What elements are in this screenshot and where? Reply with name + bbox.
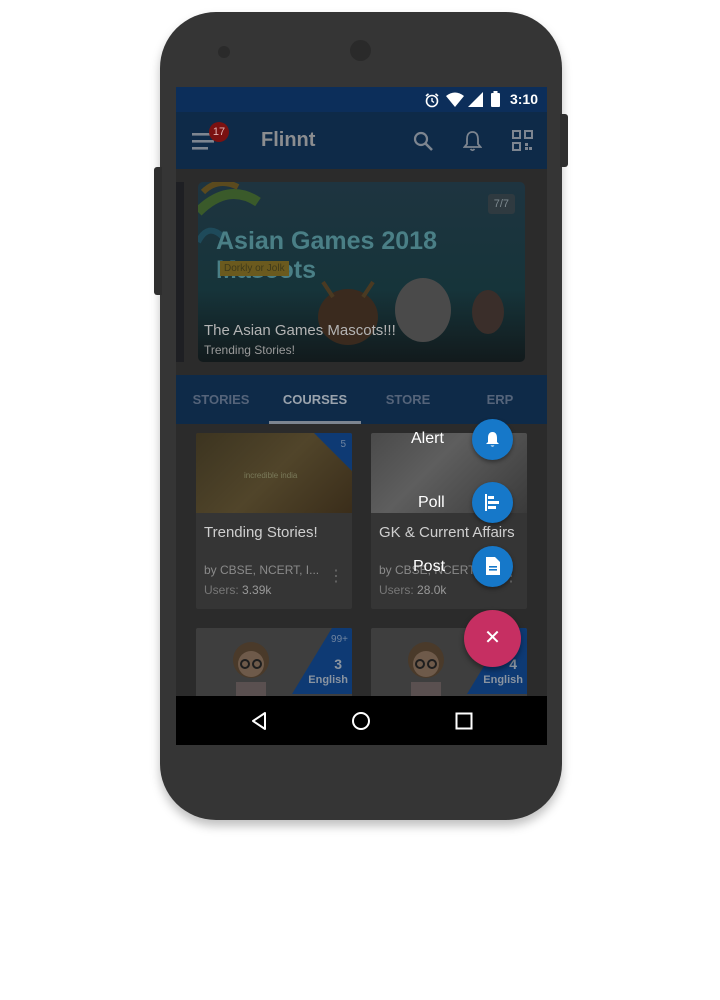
status-bar: 3:10 <box>176 87 547 112</box>
course-count: 5 <box>340 439 346 450</box>
qr-code-icon[interactable] <box>512 130 533 151</box>
bell-icon <box>486 432 499 447</box>
users-label: Users: <box>204 583 239 597</box>
status-time: 3:10 <box>509 91 538 107</box>
battery-icon <box>491 91 500 107</box>
banner-title: The Asian Games Mascots!!! <box>204 322 396 339</box>
course-users: Users: 3.39k <box>204 583 271 597</box>
fab-poll-label[interactable]: Poll <box>418 494 445 512</box>
app-title: Flinnt <box>261 129 316 151</box>
poll-icon <box>485 494 499 511</box>
alert-fab[interactable] <box>472 419 513 460</box>
tab-erp[interactable]: ERP <box>455 392 545 407</box>
volume-button <box>154 167 162 295</box>
signal-icon <box>468 92 483 107</box>
wifi-icon <box>446 92 464 107</box>
tab-bar: STORIES COURSES STORE ERP <box>176 375 547 424</box>
tab-store[interactable]: STORE <box>363 392 453 407</box>
course-author: by CBSE, NCERT, I... <box>204 563 320 577</box>
course-title: GK & Current Affairs <box>379 524 515 541</box>
featured-banner[interactable]: 7/7 Asian Games 2018 Mascots Dorkly or J… <box>198 182 525 362</box>
fab-post-label[interactable]: Post <box>413 558 445 576</box>
app-bar: 17 Flinnt <box>176 112 547 169</box>
more-options-icon[interactable]: ⋮ <box>328 566 344 586</box>
course-card[interactable]: incredible india 5 Trending Stories! by … <box>196 433 352 609</box>
course-thumbnail: incredible india 5 <box>196 433 352 513</box>
course-count-corner <box>314 433 352 471</box>
system-nav-bar <box>176 696 547 745</box>
course-users: Users: 28.0k <box>379 583 446 597</box>
banner-subtitle: Trending Stories! <box>204 343 295 357</box>
alarm-icon <box>425 93 439 108</box>
close-fab-button[interactable]: ✕ <box>464 610 521 667</box>
search-icon[interactable] <box>413 131 433 151</box>
users-value: 3.39k <box>242 583 272 597</box>
bell-icon[interactable] <box>463 130 482 152</box>
front-camera <box>350 40 371 61</box>
users-value: 28.0k <box>417 583 447 597</box>
course-title: Trending Stories! <box>204 524 318 541</box>
banner-headline: Asian Games 2018 Mascots <box>216 227 437 284</box>
post-fab[interactable] <box>472 546 513 587</box>
home-icon[interactable] <box>351 711 371 731</box>
tab-courses[interactable]: COURSES <box>270 392 360 407</box>
active-tab-indicator <box>269 421 361 424</box>
back-icon[interactable] <box>249 711 269 731</box>
power-button <box>560 114 568 167</box>
grade-number: 3 <box>334 656 342 672</box>
banner-counter: 7/7 <box>487 194 515 214</box>
recents-icon[interactable] <box>455 712 473 730</box>
fab-alert-label[interactable]: Alert <box>411 430 444 448</box>
document-icon <box>486 557 500 575</box>
earpiece <box>218 46 230 58</box>
subject-label: English <box>483 674 523 686</box>
course-count: 99+ <box>331 634 348 645</box>
subject-label: English <box>308 674 348 686</box>
notification-badge: 17 <box>209 122 229 142</box>
users-label: Users: <box>379 583 414 597</box>
thumbnail-caption: incredible india <box>244 471 298 480</box>
previous-banner-peek[interactable] <box>176 182 184 362</box>
banner-tag: Dorkly or Jolk <box>220 261 289 276</box>
tab-stories[interactable]: STORIES <box>176 392 266 407</box>
poll-fab[interactable] <box>472 482 513 523</box>
